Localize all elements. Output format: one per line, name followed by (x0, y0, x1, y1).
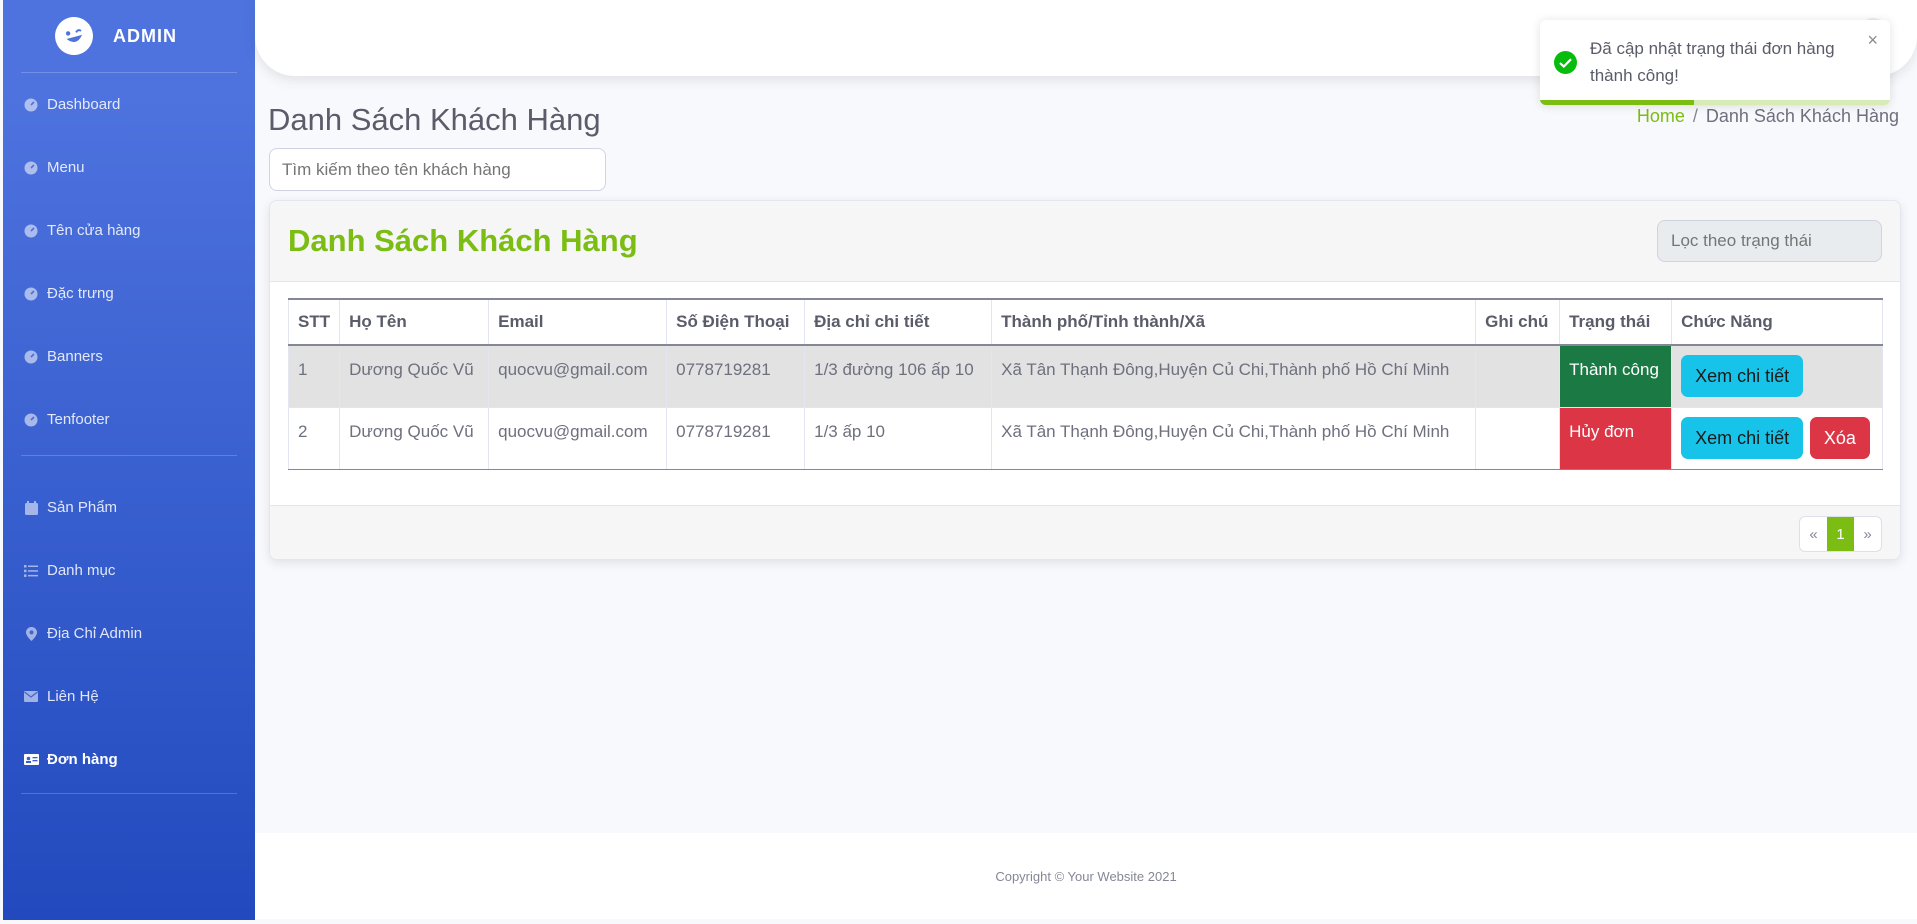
cell-city: Xã Tân Thạnh Đông,Huyện Củ Chi,Thành phố… (991, 406, 1477, 470)
pagination-next[interactable]: » (1854, 517, 1881, 551)
sidebar-item-tenfooter[interactable]: Tenfooter (3, 388, 255, 451)
sidebar-item-label: Tenfooter (47, 411, 110, 428)
card-title: Danh Sách Khách Hàng (288, 223, 638, 258)
sidebar-item-orders[interactable]: Đơn hàng (3, 728, 255, 791)
breadcrumb-separator: / (1692, 106, 1698, 126)
column-header: Trạng thái (1559, 298, 1673, 346)
sidebar-item-label: Đơn hàng (47, 751, 118, 768)
column-header: Địa chỉ chi tiết (804, 298, 993, 346)
sidebar-divider (21, 455, 237, 456)
cell-note (1475, 344, 1561, 408)
pagination-page[interactable]: 1 (1827, 517, 1854, 551)
breadcrumb-current: Danh Sách Khách Hàng (1705, 106, 1899, 126)
table-header-row: STT Họ Tên Email Số Điện Thoại Địa chỉ c… (287, 298, 1883, 346)
success-toast: Đã cập nhật trạng thái đơn hàng thành cô… (1540, 20, 1890, 105)
cell-stt: 2 (287, 406, 341, 470)
orders-table: STT Họ Tên Email Số Điện Thoại Địa chỉ c… (287, 298, 1883, 470)
sidebar-item-label: Menu (47, 159, 85, 176)
column-header: Chức Năng (1671, 298, 1883, 346)
status-filter-input[interactable] (1657, 220, 1882, 262)
page-title: Danh Sách Khách Hàng (268, 102, 601, 137)
sidebar-brand[interactable]: ADMIN (3, 0, 255, 72)
column-header: Thành phố/Tỉnh thành/Xã (991, 298, 1477, 346)
column-header: Số Điện Thoại (666, 298, 806, 346)
sidebar-item-label: Tên cửa hàng (47, 222, 141, 239)
cell-address: 1/3 ấp 10 (804, 406, 993, 470)
list-icon (23, 563, 39, 579)
customer-list-card: Danh Sách Khách Hàng STT Họ Tên Email Số… (269, 200, 1901, 560)
sidebar-item-products[interactable]: Sản Phẩm (3, 476, 255, 539)
sidebar-item-label: Danh mục (47, 562, 116, 579)
search-input[interactable] (269, 148, 606, 191)
cell-name: Dương Quốc Vũ (339, 406, 490, 470)
laugh-wink-icon (50, 12, 98, 60)
sidebar: ADMIN Dashboard Menu Tên cửa hàng Đặc tr… (3, 0, 255, 920)
sidebar-item-label: Đặc trưng (47, 285, 114, 302)
card-footer: « 1 » (270, 505, 1900, 559)
column-header: Email (488, 298, 668, 346)
cell-stt: 1 (287, 344, 341, 408)
sidebar-item-label: Địa Chỉ Admin (47, 625, 143, 642)
view-details-button[interactable]: Xem chi tiết (1681, 416, 1804, 459)
sidebar-item-label: Dashboard (47, 96, 121, 113)
sidebar-item-label: Liên Hệ (47, 688, 99, 705)
status-badge: Hủy đơn (1559, 406, 1673, 470)
dashboard-icon (23, 223, 39, 239)
sidebar-item-dashboard[interactable]: Dashboard (3, 73, 255, 136)
table-row: 2 Dương Quốc Vũ quocvu@gmail.com 0778719… (287, 406, 1883, 470)
breadcrumb: Home / Danh Sách Khách Hàng (1637, 106, 1899, 127)
sidebar-item-banners[interactable]: Banners (3, 325, 255, 388)
sidebar-item-contact[interactable]: Liên Hệ (3, 665, 255, 728)
dashboard-icon (23, 160, 39, 176)
cell-actions: Xem chi tiết (1671, 344, 1883, 408)
sidebar-item-menu[interactable]: Menu (3, 136, 255, 199)
sidebar-item-label: Sản Phẩm (47, 499, 118, 516)
dashboard-icon (23, 286, 39, 302)
cell-actions: Xem chi tiết Xóa (1671, 406, 1883, 470)
copyright-text: Copyright © Your Website 2021 (995, 868, 1177, 884)
delete-button[interactable]: Xóa (1809, 416, 1870, 459)
sidebar-item-store-name[interactable]: Tên cửa hàng (3, 199, 255, 262)
cell-city: Xã Tân Thạnh Đông,Huyện Củ Chi,Thành phố… (991, 344, 1477, 408)
page-footer: Copyright © Your Website 2021 (255, 833, 1917, 919)
sidebar-item-admin-address[interactable]: Địa Chỉ Admin (3, 602, 255, 665)
cell-email: quocvu@gmail.com (488, 406, 668, 470)
column-header: Ghi chú (1475, 298, 1561, 346)
brand-title: ADMIN (113, 25, 177, 46)
table-row: 1 Dương Quốc Vũ quocvu@gmail.com 0778719… (287, 344, 1883, 408)
dashboard-icon (23, 412, 39, 428)
cell-name: Dương Quốc Vũ (339, 344, 490, 408)
envelope-icon (23, 689, 39, 705)
cell-email: quocvu@gmail.com (488, 344, 668, 408)
status-badge: Thành công (1559, 344, 1673, 408)
breadcrumb-home-link[interactable]: Home (1637, 106, 1685, 126)
cell-phone: 0778719281 (666, 344, 806, 408)
id-card-icon (23, 752, 39, 768)
map-marker-icon (23, 626, 39, 642)
dashboard-icon (23, 349, 39, 365)
sidebar-item-features[interactable]: Đặc trưng (3, 262, 255, 325)
sidebar-divider (21, 793, 237, 794)
view-details-button[interactable]: Xem chi tiết (1681, 355, 1804, 397)
toast-message: Đã cập nhật trạng thái đơn hàng thành cô… (1590, 39, 1835, 85)
cell-note (1475, 406, 1561, 470)
close-icon[interactable]: × (1867, 30, 1878, 51)
dashboard-icon (23, 97, 39, 113)
pagination-prev[interactable]: « (1800, 517, 1827, 551)
sidebar-item-categories[interactable]: Danh mục (3, 539, 255, 602)
cell-phone: 0778719281 (666, 406, 806, 470)
column-header: STT (287, 298, 341, 346)
calendar-icon (23, 500, 39, 516)
check-circle-icon (1554, 51, 1577, 74)
toast-progress-bar (1540, 100, 1694, 105)
card-header: Danh Sách Khách Hàng (270, 201, 1900, 282)
sidebar-item-label: Banners (47, 348, 103, 365)
cell-address: 1/3 đường 106 ấp 10 (804, 344, 993, 408)
pagination: « 1 » (1799, 516, 1882, 552)
column-header: Họ Tên (339, 298, 490, 346)
